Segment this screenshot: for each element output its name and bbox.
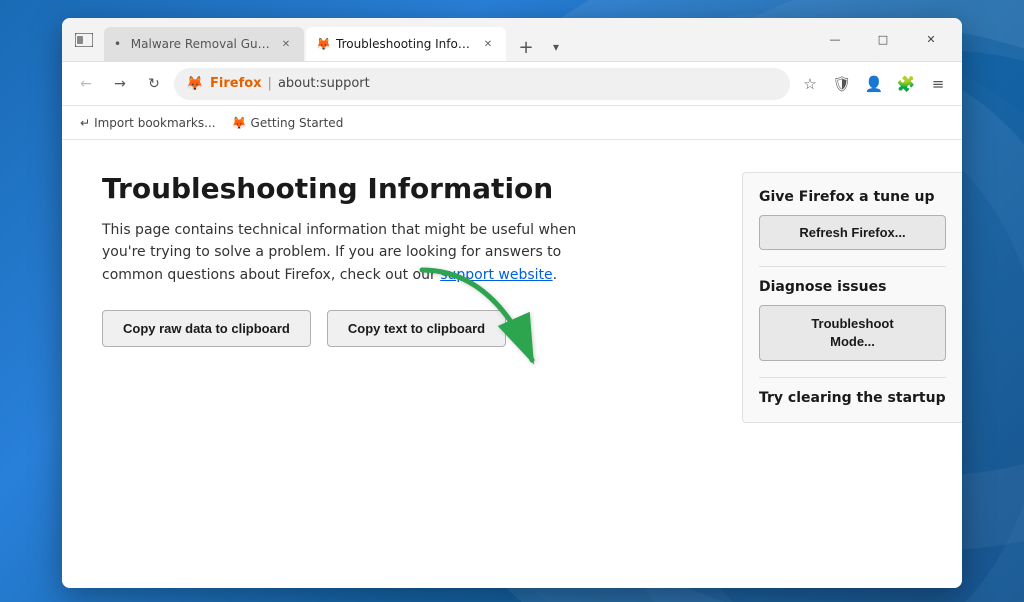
troubleshoot-line2: Mode...: [830, 334, 875, 349]
address-separator: |: [268, 76, 272, 91]
window-controls: — □ ✕: [812, 24, 954, 56]
tab-2-label: Troubleshooting Information: [336, 37, 474, 51]
address-text: Firefox | about:support: [210, 76, 370, 91]
tab-2-close[interactable]: ✕: [480, 36, 496, 52]
tab-malware-guide[interactable]: • Malware Removal Guide - Lear ✕: [104, 27, 304, 61]
clearing-startup-title: Try clearing the startup: [759, 390, 946, 406]
address-brand: Firefox: [210, 76, 262, 91]
title-bar: • Malware Removal Guide - Lear ✕ 🦊 Troub…: [62, 18, 962, 62]
getting-started-label: Getting Started: [251, 116, 344, 130]
browser-window: • Malware Removal Guide - Lear ✕ 🦊 Troub…: [62, 18, 962, 588]
tabs-container: • Malware Removal Guide - Lear ✕ 🦊 Troub…: [104, 18, 804, 61]
tab-1-label: Malware Removal Guide - Lear: [131, 37, 272, 51]
shield-button[interactable]: 🛡: [828, 70, 856, 98]
address-bar[interactable]: 🦊 Firefox | about:support: [174, 68, 790, 100]
tab-dropdown-button[interactable]: ▾: [542, 33, 570, 61]
tab-2-favicon: 🦊: [316, 37, 330, 51]
navigation-bar: ← → ↻ 🦊 Firefox | about:support ☆ 🛡 👤 🧩 …: [62, 62, 962, 106]
tab-troubleshooting[interactable]: 🦊 Troubleshooting Information ✕: [306, 27, 506, 61]
menu-button[interactable]: ≡: [924, 70, 952, 98]
window-manager-icon[interactable]: [70, 26, 98, 54]
description-part2: .: [553, 267, 557, 283]
extensions-button[interactable]: 🧩: [892, 70, 920, 98]
copy-raw-button[interactable]: Copy raw data to clipboard: [102, 310, 311, 347]
refresh-firefox-button[interactable]: Refresh Firefox...: [759, 215, 946, 250]
tab-1-close[interactable]: ✕: [278, 36, 294, 52]
account-button[interactable]: 👤: [860, 70, 888, 98]
import-label: Import bookmarks...: [94, 116, 216, 130]
firefox-favicon: 🦊: [186, 76, 202, 92]
bookmarks-bar: ↵ Import bookmarks... 🦊 Getting Started: [62, 106, 962, 140]
import-icon: ↵: [80, 116, 90, 130]
troubleshoot-mode-button[interactable]: Troubleshoot Mode...: [759, 305, 946, 361]
troubleshoot-line1: Troubleshoot: [811, 316, 893, 331]
bookmark-star-button[interactable]: ☆: [796, 70, 824, 98]
address-url: about:support: [278, 76, 370, 91]
bookmark-getting-started[interactable]: 🦊 Getting Started: [226, 113, 350, 133]
back-button[interactable]: ←: [72, 70, 100, 98]
minimize-button[interactable]: —: [812, 24, 858, 56]
right-panel: Give Firefox a tune up Refresh Firefox..…: [742, 172, 962, 423]
panel-divider-2: [759, 377, 946, 378]
maximize-button[interactable]: □: [860, 24, 906, 56]
reload-button[interactable]: ↻: [140, 70, 168, 98]
copy-text-button[interactable]: Copy text to clipboard: [327, 310, 506, 347]
bookmark-import[interactable]: ↵ Import bookmarks...: [74, 113, 222, 133]
close-button[interactable]: ✕: [908, 24, 954, 56]
support-link[interactable]: support website: [440, 267, 552, 283]
page-description: This page contains technical information…: [102, 219, 602, 286]
forward-button[interactable]: →: [106, 70, 134, 98]
new-tab-button[interactable]: +: [512, 33, 540, 61]
nav-icons: ☆ 🛡 👤 🧩 ≡: [796, 70, 952, 98]
diagnose-title: Diagnose issues: [759, 279, 946, 295]
tune-up-title: Give Firefox a tune up: [759, 189, 946, 205]
panel-divider-1: [759, 266, 946, 267]
getting-started-icon: 🦊: [232, 116, 247, 130]
tab-1-favicon: •: [114, 37, 125, 51]
page-content: Troubleshooting Information This page co…: [62, 140, 962, 588]
